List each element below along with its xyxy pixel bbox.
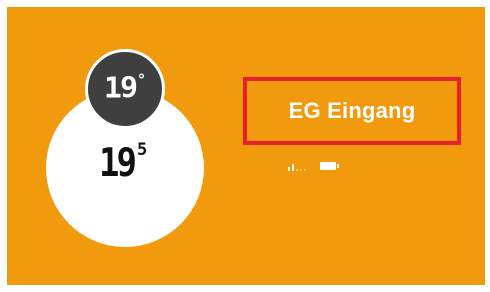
- thermostat-card[interactable]: 19 ° 19 5 EG Eingang: [7, 7, 485, 285]
- signal-bar: [288, 167, 290, 171]
- battery-tip: [337, 164, 339, 168]
- screen: 19 ° 19 5 EG Eingang: [0, 0, 490, 292]
- signal-strength-icon: [288, 161, 306, 171]
- signal-bar: [296, 169, 298, 171]
- current-temperature-integer: 19: [99, 140, 137, 187]
- target-temperature-unit: °: [137, 70, 147, 89]
- signal-bar: [292, 164, 294, 171]
- device-name-highlight[interactable]: EG Eingang: [243, 77, 461, 145]
- battery-icon: [320, 162, 339, 170]
- target-temperature-bubble[interactable]: 19 °: [85, 49, 165, 129]
- signal-bar: [304, 169, 306, 171]
- current-temperature: 19 5: [99, 140, 148, 184]
- target-temperature-value: 19: [103, 71, 138, 106]
- device-name: EG Eingang: [288, 98, 416, 123]
- current-temperature-decimal: 5: [136, 140, 148, 160]
- battery-level-fill: [320, 162, 336, 170]
- status-row: [288, 161, 339, 171]
- signal-bar: [300, 169, 302, 171]
